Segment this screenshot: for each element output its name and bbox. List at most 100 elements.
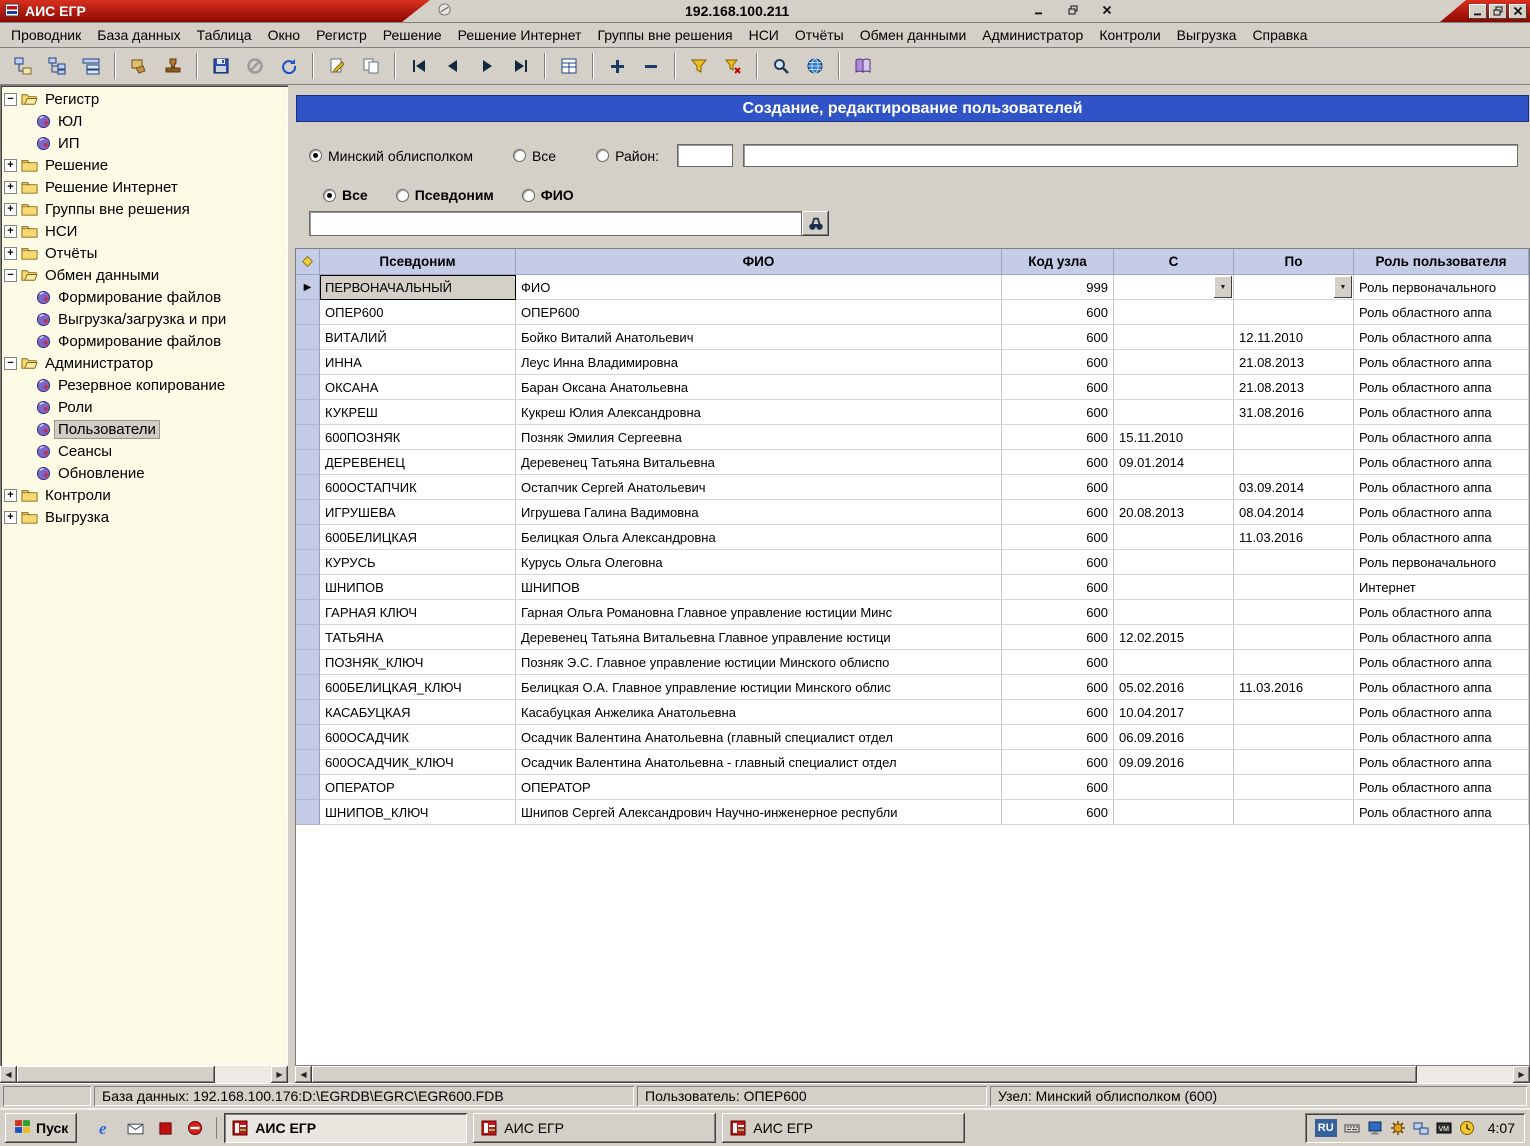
cell-pseudonym[interactable]: 600ОСАДЧИК_КЛЮЧ (320, 750, 516, 775)
tree-hscrollbar[interactable]: ◀ ▶ (0, 1066, 288, 1083)
cell-node-code[interactable]: 600 (1002, 675, 1114, 700)
tree-item[interactable]: − Регистр (0, 88, 288, 110)
cell-date-to[interactable] (1234, 700, 1354, 725)
cell-fio[interactable]: Осадчик Валентина Анатольевна - главный … (516, 750, 1002, 775)
view-tree-3-button[interactable] (74, 51, 108, 81)
table-row[interactable]: 600ОСТАПЧИК Остапчик Сергей Анатольевич 60… (296, 475, 1529, 500)
cell-date-from[interactable]: 09.09.2016 (1114, 750, 1234, 775)
search-input[interactable] (309, 211, 802, 236)
cell-pseudonym[interactable]: 600ПОЗНЯК (320, 425, 516, 450)
search-mode-radio[interactable]: Все (323, 187, 368, 203)
cell-fio[interactable]: Осадчик Валентина Анатольевна (главный с… (516, 725, 1002, 750)
expand-plus-icon[interactable]: + (4, 510, 17, 524)
help-book-button[interactable] (846, 51, 880, 81)
cell-node-code[interactable]: 600 (1002, 600, 1114, 625)
child-restore-button[interactable] (1064, 2, 1082, 18)
cell-node-code[interactable]: 600 (1002, 500, 1114, 525)
child-minimize-button[interactable] (1030, 2, 1048, 18)
tree-item-selected[interactable]: Пользователи (0, 418, 288, 440)
cell-node-code[interactable]: 600 (1002, 400, 1114, 425)
cell-date-from[interactable]: 06.09.2016 (1114, 725, 1234, 750)
view-tree-2-button[interactable] (40, 51, 74, 81)
cell-fio[interactable]: Белицкая О.А. Главное управление юстиции… (516, 675, 1002, 700)
cell-role[interactable]: Роль областного аппа (1354, 700, 1529, 725)
window-close-button[interactable] (1509, 3, 1527, 19)
cell-date-to[interactable] (1234, 550, 1354, 575)
cell-date-to[interactable]: 08.04.2014 (1234, 500, 1354, 525)
cell-pseudonym[interactable]: ИННА (320, 350, 516, 375)
cell-node-code[interactable]: 600 (1002, 575, 1114, 600)
cell-role[interactable]: Роль областного аппа (1354, 325, 1529, 350)
menu-item[interactable]: Проводник (3, 24, 89, 46)
cell-pseudonym[interactable]: ПЕРВОНАЧАЛЬНЫЙ (320, 275, 516, 300)
menu-item[interactable]: Таблица (189, 24, 260, 46)
menu-item[interactable]: Решение (375, 24, 450, 46)
cell-pseudonym[interactable]: КУРУСЬ (320, 550, 516, 575)
cell-date-to[interactable]: 21.08.2013 (1234, 350, 1354, 375)
cell-date-from[interactable]: 05.02.2016 (1114, 675, 1234, 700)
table-row[interactable]: ТАТЬЯНА Деревенец Татьяна Витальевна Глав… (296, 625, 1529, 650)
tray-network-icon[interactable] (1412, 1119, 1430, 1137)
stamp-button[interactable] (156, 51, 190, 81)
district-name-input[interactable] (742, 144, 1518, 167)
cell-date-to[interactable] (1234, 450, 1354, 475)
table-row[interactable]: ОПЕР600 ОПЕР600 600 Роль областного аппа (296, 300, 1529, 325)
cell-role[interactable]: Роль областного аппа (1354, 650, 1529, 675)
cell-pseudonym[interactable]: ШНИПОВ (320, 575, 516, 600)
expand-plus-icon[interactable]: + (4, 224, 17, 238)
cell-fio[interactable]: Курусь Ольга Олеговна (516, 550, 1002, 575)
cell-date-from[interactable] (1114, 600, 1234, 625)
cell-date-from[interactable] (1114, 550, 1234, 575)
cell-pseudonym[interactable]: ОКСАНА (320, 375, 516, 400)
expand-plus-icon[interactable]: + (4, 158, 17, 172)
table-row[interactable]: ОПЕРАТОР ОПЕРАТОР 600 Роль областного аппа (296, 775, 1529, 800)
cell-pseudonym[interactable]: ТАТЬЯНА (320, 625, 516, 650)
tree-item[interactable]: + Выгрузка (0, 506, 288, 528)
cell-role[interactable]: Роль областного аппа (1354, 425, 1529, 450)
search-mode-radio[interactable]: ФИО (521, 187, 574, 203)
tree-item[interactable]: Формирование файлов (0, 286, 288, 308)
cell-date-from[interactable] (1114, 300, 1234, 325)
cell-fio[interactable]: Позняк Эмилия Сергеевна (516, 425, 1002, 450)
cell-node-code[interactable]: 600 (1002, 425, 1114, 450)
table-row[interactable]: КУКРЕШ Кукреш Юлия Александровна 600 31.08.… (296, 400, 1529, 425)
cell-date-to[interactable] (1234, 650, 1354, 675)
cell-fio[interactable]: Кукреш Юлия Александровна (516, 400, 1002, 425)
scroll-track[interactable] (17, 1066, 271, 1083)
cell-pseudonym[interactable]: 600БЕЛИЦКАЯ_КЛЮЧ (320, 675, 516, 700)
menu-item[interactable]: Группы вне решения (589, 24, 740, 46)
cell-pseudonym[interactable]: ОПЕР600 (320, 300, 516, 325)
cell-role[interactable]: Роль областного аппа (1354, 675, 1529, 700)
cell-date-to[interactable]: 11.03.2016 (1234, 525, 1354, 550)
cell-date-from[interactable]: 10.04.2017 (1114, 700, 1234, 725)
quick-launch-stop-button[interactable] (154, 1117, 176, 1139)
window-restore-button[interactable] (1489, 3, 1507, 19)
cell-pseudonym[interactable]: КУКРЕШ (320, 400, 516, 425)
column-header-date-from[interactable]: С (1114, 249, 1234, 275)
cell-role[interactable]: Роль областного аппа (1354, 500, 1529, 525)
cell-pseudonym[interactable]: ДЕРЕВЕНЕЦ (320, 450, 516, 475)
scroll-left-icon[interactable]: ◀ (295, 1066, 312, 1083)
tray-gear-icon[interactable] (1389, 1119, 1407, 1137)
cell-date-from[interactable] (1114, 650, 1234, 675)
menu-item[interactable]: Регистр (308, 24, 375, 46)
tree-item[interactable]: + Решение (0, 154, 288, 176)
cell-date-from[interactable]: 09.01.2014 (1114, 450, 1234, 475)
table-row[interactable]: КАСАБУЦКАЯ Касабуцкая Анжелика Анатольевн… (296, 700, 1529, 725)
cell-node-code[interactable]: 600 (1002, 350, 1114, 375)
cell-role[interactable]: Роль областного аппа (1354, 625, 1529, 650)
table-row[interactable]: ИННА Леус Инна Владимировна 600 21.08.2013 Р… (296, 350, 1529, 375)
cell-node-code[interactable]: 600 (1002, 300, 1114, 325)
quick-launch-mail-button[interactable] (124, 1117, 146, 1139)
cell-node-code[interactable]: 600 (1002, 375, 1114, 400)
cell-date-to[interactable] (1234, 800, 1354, 825)
menu-item[interactable]: Отчёты (787, 24, 852, 46)
tree-item[interactable]: Резервное копирование (0, 374, 288, 396)
cell-role[interactable]: Роль областного аппа (1354, 475, 1529, 500)
table-row[interactable]: ГАРНАЯ КЛЮЧ Гарная Ольга Романовна Главно… (296, 600, 1529, 625)
expand-plus-icon[interactable]: + (4, 202, 17, 216)
column-header-pseudonym[interactable]: Псевдоним (320, 249, 516, 275)
cell-node-code[interactable]: 600 (1002, 450, 1114, 475)
table-row[interactable]: 600БЕЛИЦКАЯ_КЛЮЧ Белицкая О.А. Главное уп… (296, 675, 1529, 700)
scroll-track[interactable] (312, 1066, 1513, 1083)
